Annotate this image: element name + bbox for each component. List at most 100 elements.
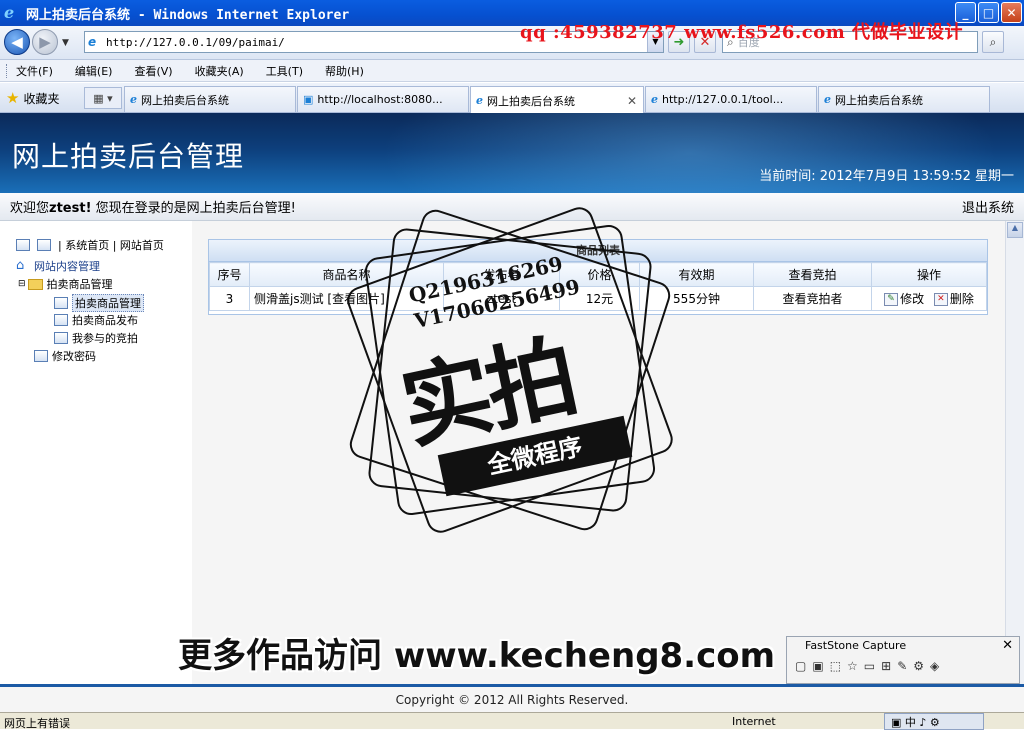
tab-label: 网上拍卖后台系统	[141, 93, 229, 107]
scroll-up-icon[interactable]: ▲	[1007, 222, 1023, 238]
page-icon	[54, 332, 68, 344]
col-id: 序号	[209, 262, 250, 287]
cell-name[interactable]: 侧滑盖js测试 [查看图片]	[249, 286, 444, 311]
tree-group[interactable]: ⊟ 拍卖商品管理	[18, 276, 113, 292]
sidebar-item-label: 拍卖商品管理	[72, 294, 144, 312]
welcome-prefix: 欢迎您	[10, 201, 50, 216]
col-bids: 查看竞拍	[753, 262, 872, 287]
cell-id: 3	[209, 286, 250, 311]
logout-link[interactable]: 退出系统	[962, 197, 1014, 216]
collapse-icon[interactable]: ⊟	[18, 279, 26, 289]
overlay-ad-text: qq :459382737 www.fs526.com 代做毕业设计	[520, 22, 964, 43]
table-row: 3 侧滑盖js测试 [查看图片] ztest 12元 555分钟 查看竞拍者 ✎…	[209, 286, 987, 311]
ie-page-icon: e	[651, 93, 658, 106]
back-button[interactable]: ◀	[4, 29, 30, 55]
color-picker-icon[interactable]: ✎	[897, 659, 907, 673]
current-time: 当前时间: 2012年7月9日 13:59:52 星期一	[759, 169, 1014, 184]
forward-button[interactable]: ▶	[32, 29, 58, 55]
table-header: 序号 商品名称 发布者 价格 有效期 查看竞拍 操作	[209, 262, 987, 287]
edit-icon[interactable]: ✎	[884, 293, 899, 306]
tab-2[interactable]: ▣ http://localhost:8080...	[297, 86, 469, 112]
page-icon	[54, 297, 68, 309]
menu-view[interactable]: 查看(V)	[134, 63, 172, 79]
faststone-tools: ▢ ▣ ⬚ ☆ ▭ ⊞ ✎ ⚙ ◈	[787, 655, 1019, 677]
capture-window-icon[interactable]: ▢	[795, 659, 806, 673]
sidebar-item-manage[interactable]: 拍卖商品管理	[54, 294, 144, 312]
tree-root[interactable]: ⌂ 网站内容管理	[16, 258, 100, 274]
ie-page-icon: e	[130, 93, 137, 106]
settings-icon[interactable]: ⚙	[913, 659, 924, 673]
col-name: 商品名称	[249, 262, 444, 287]
tab-5[interactable]: e 网上拍卖后台系统	[818, 86, 990, 112]
menu-favorites[interactable]: 收藏夹(A)	[195, 63, 244, 79]
ie-icon: e	[4, 3, 15, 22]
welcome-user: ztest!	[49, 201, 92, 216]
ime-toolbar[interactable]: ▣ 中 ♪ ⚙	[884, 713, 984, 730]
menu-help[interactable]: 帮助(H)	[325, 63, 364, 79]
edit-link[interactable]: 修改	[900, 292, 924, 306]
col-actions: 操作	[871, 262, 987, 287]
goods-list-panel: 商品列表 序号 商品名称 发布者 价格 有效期 查看竞拍 操作 3 侧滑盖js测…	[208, 239, 988, 315]
panel-title: 商品列表	[209, 240, 987, 262]
favorites-label: 收藏夹	[23, 91, 60, 106]
col-price: 价格	[559, 262, 640, 287]
site-icon	[37, 239, 51, 251]
faststone-close-icon[interactable]: ✕	[1002, 637, 1013, 655]
tab-1[interactable]: e 网上拍卖后台系统	[124, 86, 296, 112]
faststone-title: FastStone Capture	[805, 639, 907, 652]
menu-grip	[6, 63, 8, 78]
close-button[interactable]: ✕	[1001, 2, 1022, 23]
maximize-button[interactable]: □	[978, 2, 999, 23]
page-icon: e	[88, 35, 97, 49]
top-links-text[interactable]: | 系统首页 | 网站首页	[58, 237, 164, 253]
capture-rect-icon[interactable]: ⬚	[830, 659, 841, 673]
cell-price: 12元	[559, 286, 640, 311]
tree-group-label: 拍卖商品管理	[46, 278, 113, 291]
tab-bar: ★ 收藏夹 ▦ ▾ e 网上拍卖后台系统 ▣ http://localhost:80…	[0, 83, 1024, 114]
capture-freehand-icon[interactable]: ☆	[847, 659, 858, 673]
cell-actions: ✎ 修改 ✕ 删除	[871, 286, 987, 311]
capture-scroll-icon[interactable]: ⊞	[881, 659, 891, 673]
output-icon[interactable]: ◈	[930, 659, 939, 673]
faststone-header: FastStone Capture ✕	[787, 637, 1019, 655]
favorites-button[interactable]: ★ 收藏夹	[6, 89, 59, 107]
menu-file[interactable]: 文件(F)	[16, 63, 53, 79]
capture-object-icon[interactable]: ▣	[812, 659, 823, 673]
col-period: 有效期	[639, 262, 754, 287]
menu-tools[interactable]: 工具(T)	[266, 63, 303, 79]
sidebar-top-links: | 系统首页 | 网站首页	[16, 237, 164, 253]
tree-root-label: 网站内容管理	[34, 260, 100, 273]
search-button[interactable]: ⌕	[982, 31, 1004, 53]
home-icon	[16, 239, 30, 251]
menu-edit[interactable]: 编辑(E)	[75, 63, 113, 79]
quick-tabs-icon[interactable]: ▦ ▾	[84, 87, 122, 109]
cell-publisher: ztest	[443, 286, 560, 311]
sidebar-item-label: 拍卖商品发布	[72, 314, 138, 327]
sidebar-item-my-bids[interactable]: 我参与的竞拍	[54, 330, 138, 346]
tab-close-icon[interactable]: ✕	[627, 94, 637, 108]
address-url[interactable]: http://127.0.0.1/09/paimai/	[106, 36, 285, 49]
menu-bar: 文件(F) 编辑(E) 查看(V) 收藏夹(A) 工具(T) 帮助(H)	[0, 60, 1024, 82]
sidebar-item-password[interactable]: 修改密码	[34, 348, 96, 364]
page-icon	[54, 314, 68, 326]
history-dropdown-icon[interactable]: ▼	[62, 38, 69, 48]
cell-period: 555分钟	[639, 286, 754, 311]
welcome-suffix: 您现在登录的是网上拍卖后台管理!	[91, 201, 296, 216]
view-bidders-link[interactable]: 查看竞拍者	[753, 286, 872, 311]
delete-link[interactable]: 删除	[950, 292, 974, 306]
page-title: 网上拍卖后台管理	[12, 140, 245, 173]
delete-icon[interactable]: ✕	[933, 293, 948, 306]
col-publisher: 发布者	[443, 262, 560, 287]
sidebar-item-label: 我参与的竞拍	[72, 332, 138, 345]
page-scrollbar[interactable]: ▲	[1005, 221, 1024, 684]
page-icon	[34, 350, 48, 362]
tab-4[interactable]: e http://127.0.0.1/tool...	[645, 86, 817, 112]
faststone-toolbar: FastStone Capture ✕ ▢ ▣ ⬚ ☆ ▭ ⊞ ✎ ⚙ ◈	[786, 636, 1020, 684]
image-page-icon: ▣	[303, 93, 314, 106]
page-footer: Copyright © 2012 All Rights Reserved.	[0, 684, 1024, 712]
tab-label: 网上拍卖后台系统	[835, 93, 923, 107]
sidebar-item-publish[interactable]: 拍卖商品发布	[54, 312, 138, 328]
ie-page-icon: e	[824, 93, 831, 106]
capture-full-icon[interactable]: ▭	[864, 659, 875, 673]
tab-3-active[interactable]: e 网上拍卖后台系统 ✕	[470, 86, 644, 114]
